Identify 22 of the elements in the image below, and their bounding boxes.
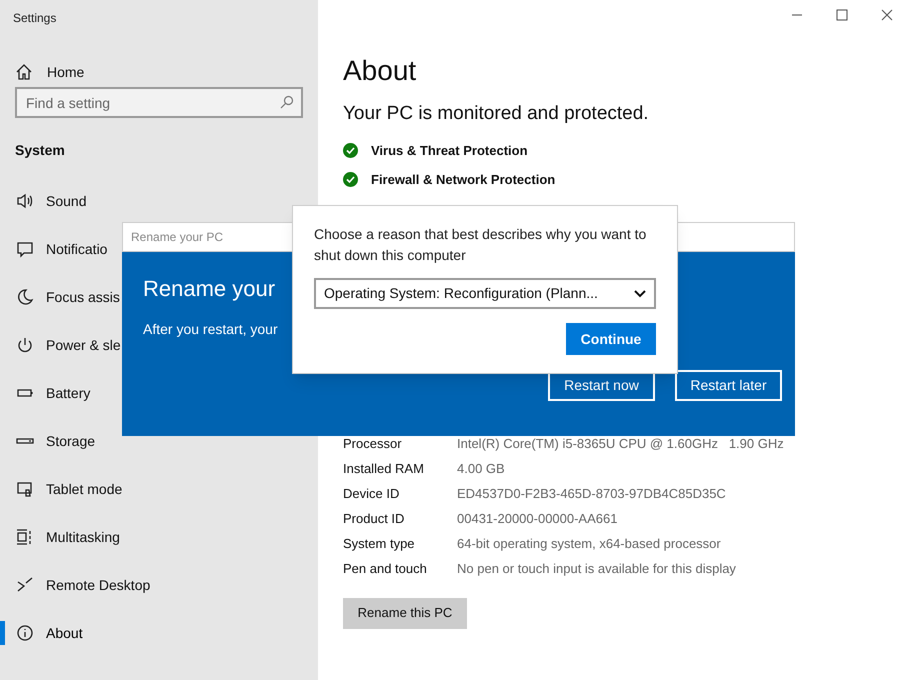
- dialog-text: After you restart, your: [143, 320, 278, 339]
- spec-label: System type: [343, 535, 416, 554]
- dialog-title: Rename your PC: [131, 229, 224, 246]
- dialog-prompt: Choose a reason that best describes why you want to shut down this computer: [314, 225, 648, 265]
- window-title: Settings: [12, 10, 58, 27]
- spec-value: ED4537D0-F2B3-465D-8703-97DB4C85D35C: [457, 485, 726, 504]
- spec-value: Intel(R) Core(TM) i5-8365U CPU @ 1.60GHz 1.90 GHz: [457, 435, 784, 454]
- spec-label: Processor: [343, 435, 403, 454]
- spec-value: No pen or touch input is available for this display: [457, 560, 736, 578]
- protection-label: Virus & Threat Protection: [371, 142, 528, 160]
- spec-label: Device ID: [343, 485, 400, 504]
- spec-label: Product ID: [343, 510, 406, 528]
- status-heading: Your PC is monitored and protected.: [343, 102, 650, 126]
- spec-value: 4.00 GB: [457, 460, 505, 478]
- spec-value: 64-bit operating system, x64-based processor: [457, 535, 721, 554]
- spec-label: Installed RAM: [343, 460, 425, 478]
- spec-value: 00431-20000-00000-AA661: [457, 510, 618, 528]
- page-title: About: [343, 54, 418, 88]
- spec-label: Pen and touch: [343, 560, 428, 578]
- protection-label: Firewall & Network Protection: [371, 171, 556, 189]
- section-heading: System: [14, 141, 66, 160]
- dialog-heading: Rename your: [143, 275, 276, 303]
